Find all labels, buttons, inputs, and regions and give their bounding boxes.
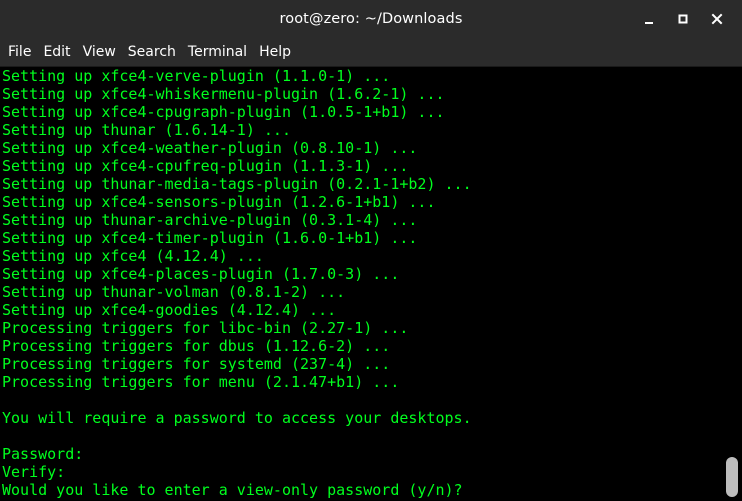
- terminal-lines: Setting up xfce4-verve-plugin (1.1.0-1) …: [2, 67, 472, 499]
- terminal-line: Processing triggers for libc-bin (2.27-1…: [2, 319, 409, 337]
- terminal-line: Setting up xfce4-timer-plugin (1.6.0-1+b…: [2, 229, 418, 247]
- terminal-line: Setting up thunar-media-tags-plugin (0.2…: [2, 175, 472, 193]
- terminal-line: Setting up xfce4-goodies (4.12.4) ...: [2, 301, 337, 319]
- terminal-line: Processing triggers for menu (2.1.47+b1)…: [2, 373, 400, 391]
- verify-prompt: Verify:: [2, 463, 66, 481]
- terminal-line: Setting up xfce4 (4.12.4) ...: [2, 247, 264, 265]
- window-controls: [632, 0, 734, 38]
- scrollbar-thumb[interactable]: [726, 457, 738, 497]
- terminal-line: Setting up thunar-archive-plugin (0.3.1-…: [2, 211, 418, 229]
- title-bar[interactable]: root@zero: ~/Downloads: [0, 0, 742, 38]
- terminal-line: Setting up xfce4-sensors-plugin (1.2.6-1…: [2, 193, 436, 211]
- vertical-scrollbar[interactable]: [722, 67, 742, 501]
- menu-terminal[interactable]: Terminal: [182, 38, 253, 67]
- terminal-line: Processing triggers for systemd (237-4) …: [2, 355, 391, 373]
- close-button[interactable]: [700, 0, 734, 38]
- terminal-output[interactable]: Setting up xfce4-verve-plugin (1.1.0-1) …: [0, 67, 722, 501]
- terminal-line: Setting up xfce4-whiskermenu-plugin (1.6…: [2, 85, 445, 103]
- terminal-line: Processing triggers for dbus (1.12.6-2) …: [2, 337, 391, 355]
- view-only-prompt: Would you like to enter a view-only pass…: [2, 481, 463, 499]
- menu-bar: File Edit View Search Terminal Help: [0, 38, 742, 67]
- maximize-button[interactable]: [666, 0, 700, 38]
- menu-file[interactable]: File: [2, 38, 37, 67]
- terminal-line: Setting up xfce4-places-plugin (1.7.0-3)…: [2, 265, 400, 283]
- terminal-window: root@zero: ~/Downloads File Edit View Se…: [0, 0, 742, 501]
- menu-search[interactable]: Search: [122, 38, 182, 67]
- minimize-icon: [645, 22, 653, 24]
- menu-view[interactable]: View: [77, 38, 122, 67]
- menu-help[interactable]: Help: [253, 38, 297, 67]
- terminal-line: You will require a password to access yo…: [2, 409, 472, 427]
- terminal-line: Setting up thunar (1.6.14-1) ...: [2, 121, 291, 139]
- minimize-button[interactable]: [632, 0, 666, 38]
- maximize-icon: [678, 14, 688, 24]
- close-icon: [711, 13, 723, 25]
- terminal-line: Setting up thunar-volman (0.8.1-2) ...: [2, 283, 346, 301]
- terminal-line: Setting up xfce4-verve-plugin (1.1.0-1) …: [2, 67, 391, 85]
- terminal-line: Setting up xfce4-weather-plugin (0.8.10-…: [2, 139, 418, 157]
- password-prompt: Password:: [2, 445, 84, 463]
- terminal-line: Setting up xfce4-cpugraph-plugin (1.0.5-…: [2, 103, 445, 121]
- terminal-line: Setting up xfce4-cpufreq-plugin (1.1.3-1…: [2, 157, 409, 175]
- window-title: root@zero: ~/Downloads: [279, 11, 463, 27]
- menu-edit[interactable]: Edit: [37, 38, 76, 67]
